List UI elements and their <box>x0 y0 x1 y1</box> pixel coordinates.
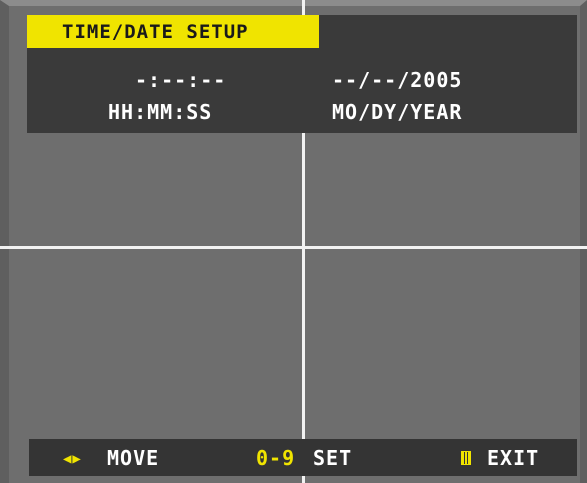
page-title: TIME/DATE SETUP <box>62 20 249 43</box>
time-format-label: HH:MM:SS <box>108 100 213 124</box>
set-key-hint: 0-9 <box>256 446 296 470</box>
title-bar: TIME/DATE SETUP <box>27 15 319 48</box>
time-field[interactable]: -:--:-- <box>135 68 226 92</box>
osd-screen: TIME/DATE SETUP -:--:-- HH:MM:SS --/--/2… <box>0 0 587 483</box>
date-format-label: MO/DY/YEAR <box>332 100 463 124</box>
set-hint-label: SET <box>313 446 353 470</box>
date-field[interactable]: --/--/2005 <box>332 68 462 92</box>
move-hint-label: MOVE <box>107 446 160 470</box>
horizontal-divider <box>0 246 587 249</box>
left-right-arrows-icon: ◀▶ <box>63 451 82 467</box>
exit-hint-label[interactable]: EXIT <box>487 446 539 470</box>
menu-button-icon <box>461 451 471 465</box>
